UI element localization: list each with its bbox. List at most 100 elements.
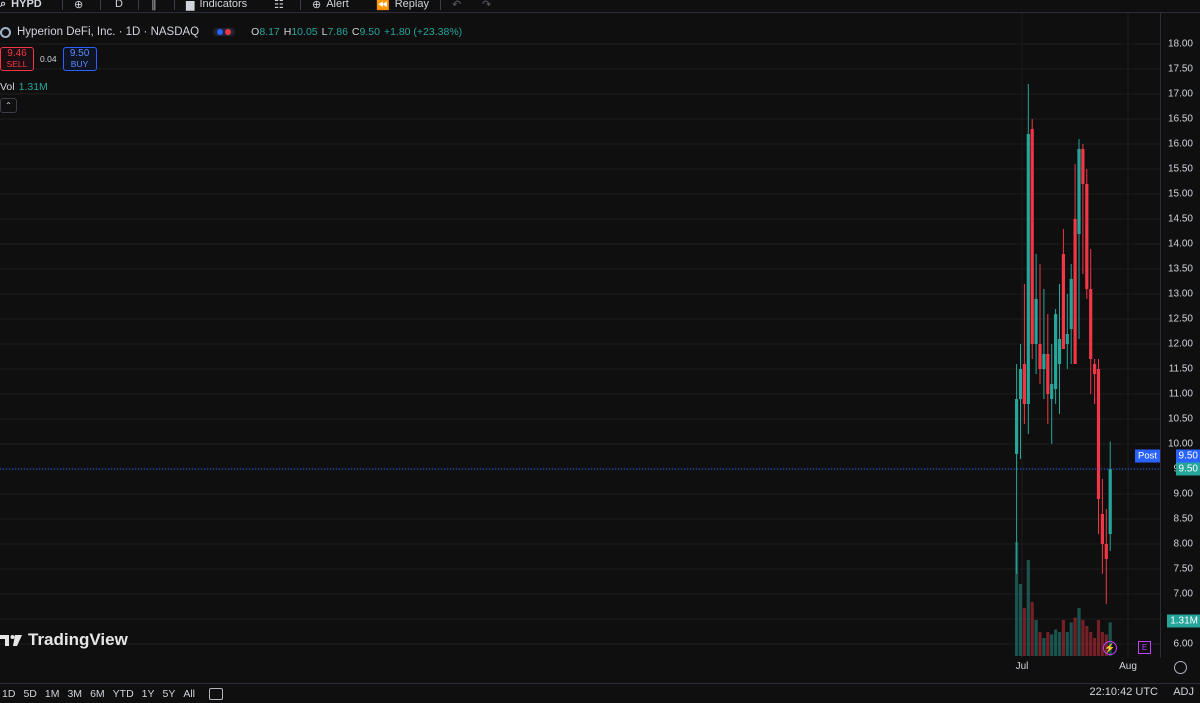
range-1m[interactable]: 1M [45,688,60,700]
post-market-tag: Post [1135,449,1161,463]
symbol-title[interactable]: Hyperion DeFi, Inc. · 1D · NASDAQ [17,26,199,38]
redo-icon: ↷ [482,0,492,11]
ohlc-values: O8.17 H10.05 L7.86 C9.50 +1.80 (+23.38%) [251,26,462,38]
price-tick-label: 14.00 [1167,238,1193,250]
spread-value: 0.04 [40,54,57,64]
volume-legend[interactable]: Vol 1.31M [0,81,48,93]
volume-bar [1081,620,1085,656]
indicators-label: Indicators [199,0,248,10]
price-tick-label: 17.50 [1167,63,1193,75]
candle-body [1077,149,1081,234]
tradingview-logo-icon [0,635,22,646]
candle-body [1057,339,1062,364]
top-toolbar: ⌕ HYPD ⊕ D ║ ▆ Indicators ☷ ⊕ Alert ⏪ Re… [0,0,1200,13]
volume-bar [1022,608,1026,656]
range-1y[interactable]: 1Y [142,688,155,700]
range-all[interactable]: All [183,688,195,700]
range-5y[interactable]: 5Y [163,688,176,700]
replay-button[interactable]: ⏪ Replay [376,0,429,12]
price-tick-label: 8.50 [1173,513,1193,525]
interval-button[interactable]: D [115,0,123,12]
range-ytd[interactable]: YTD [113,688,134,700]
plus-circle-icon: ⊕ [74,0,84,11]
candle-body [1065,334,1069,344]
undo-button[interactable]: ↶ [452,0,461,12]
gear-icon[interactable] [1174,661,1187,674]
sell-button[interactable]: 9.46 SELL [0,47,34,71]
toolbar-divider [300,0,301,10]
symbol-logo-icon [0,26,11,38]
bottom-toolbar: 1D 5D 1M 3M 6M YTD 1Y 5Y All [0,683,1200,703]
volume-bar [1065,632,1069,656]
candle-body [1038,344,1042,369]
price-tick-label: 7.00 [1173,588,1193,600]
price-tick-label: 7.50 [1173,563,1193,575]
toolbar-divider [440,0,441,10]
indicators-button[interactable]: ▆ Indicators [186,0,247,12]
tradingview-logo[interactable]: TradingView [0,630,128,650]
candle-body [1100,514,1104,544]
volume-bar [1054,629,1058,656]
price-tick-label: 15.00 [1167,188,1193,200]
volume-bar [1077,608,1081,656]
chart-type-button[interactable]: ║ [150,0,158,12]
volume-bar [1093,638,1097,656]
volume-bar [1089,632,1093,656]
alert-label: Alert [326,0,349,10]
trade-panel: 9.46 SELL 0.04 9.50 BUY [0,47,97,71]
candle-body [1046,354,1050,394]
price-tick-label: 6.00 [1173,638,1193,650]
symbol-search[interactable]: ⌕ HYPD [0,0,42,12]
moon-icon [217,29,224,35]
candle-body [1015,399,1019,454]
price-tick-label: 14.50 [1167,213,1193,225]
alert-button[interactable]: ⊕ Alert [312,0,349,12]
volume-bar [1069,622,1073,656]
candles-icon: ║ [150,0,158,10]
volume-bar [1057,632,1062,656]
range-5d[interactable]: 5D [23,688,36,700]
rewind-icon: ⏪ [376,0,390,11]
change-value: +1.80 (+23.38%) [383,26,463,38]
price-tick-label: 8.00 [1173,538,1193,550]
candle-body [1093,364,1097,374]
calendar-icon[interactable] [209,687,224,700]
candle-body [1104,544,1108,559]
low-value: 7.86 [327,26,348,38]
price-axis[interactable]: 18.00 17.50 17.00 16.50 16.00 15.50 15.00 14.50… [1160,13,1200,658]
candle-body [1096,369,1101,499]
volume-bar [1073,617,1077,656]
chart-pane[interactable] [0,13,1160,658]
last-price-badge: 9.50 [1175,462,1200,476]
adj-toggle[interactable]: ADJ [1173,686,1194,698]
volume-bar [1030,602,1034,656]
candle-body [1081,149,1085,184]
range-6m[interactable]: 6M [90,688,105,700]
time-axis-label: Jul [1015,661,1029,672]
dividends-event-icon[interactable]: ⚡ [1103,641,1117,655]
utc-clock[interactable]: 22:10:42 UTC [1090,686,1158,698]
candle-body [1034,299,1038,344]
market-status-pill[interactable] [213,28,236,36]
earnings-event-icon[interactable]: E [1138,641,1151,654]
collapse-legend-button[interactable]: ⌃ [0,98,17,113]
candle-body [1073,219,1077,364]
volume-label: Vol [0,81,15,93]
volume-badge: 1.31M [1167,614,1200,628]
templates-button[interactable]: ☷ [274,0,284,12]
chevron-up-icon: ⌃ [5,101,12,110]
buy-button[interactable]: 9.50 BUY [62,47,97,71]
redo-button[interactable]: ↷ [482,0,491,12]
volume-value: 1.31M [18,81,48,93]
candle-body [1054,314,1058,389]
range-3m[interactable]: 3M [67,688,82,700]
price-tick-label: 12.50 [1167,313,1193,325]
volume-bar [1038,632,1042,656]
compare-button[interactable]: ⊕ [74,0,83,12]
price-tick-label: 17.00 [1167,88,1193,100]
time-axis-label: Aug [1119,661,1137,672]
candle-body [1108,469,1112,534]
sell-label: SELL [6,59,28,69]
range-1d[interactable]: 1D [2,688,15,700]
toolbar-divider [100,0,101,10]
